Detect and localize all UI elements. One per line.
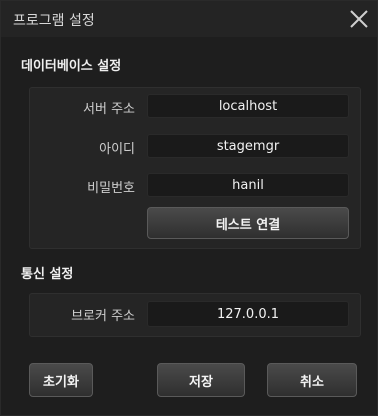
settings-dialog: 프로그램 설정 데이터베이스 설정 서버 주소 아이디 비밀번호 테스트 연결 … <box>0 0 378 416</box>
cancel-button[interactable]: 취소 <box>267 363 357 397</box>
close-icon <box>350 10 368 28</box>
password-input[interactable] <box>147 173 349 197</box>
server-address-label: 서버 주소 <box>83 102 135 117</box>
save-button[interactable]: 저장 <box>157 363 245 397</box>
broker-address-label: 브로커 주소 <box>71 309 135 324</box>
test-connection-button[interactable]: 테스트 연결 <box>147 207 349 239</box>
close-button[interactable] <box>345 5 373 33</box>
user-id-input[interactable] <box>147 134 349 158</box>
reset-button[interactable]: 초기화 <box>29 363 93 397</box>
communication-section-heading: 통신 설정 <box>21 267 74 282</box>
broker-address-input[interactable] <box>147 301 349 327</box>
user-id-label: 아이디 <box>99 142 135 157</box>
window-title: 프로그램 설정 <box>13 13 95 29</box>
password-label: 비밀번호 <box>87 181 135 196</box>
database-section-heading: 데이터베이스 설정 <box>21 59 122 74</box>
server-address-input[interactable] <box>147 94 349 118</box>
title-bar: 프로그램 설정 <box>1 1 377 37</box>
